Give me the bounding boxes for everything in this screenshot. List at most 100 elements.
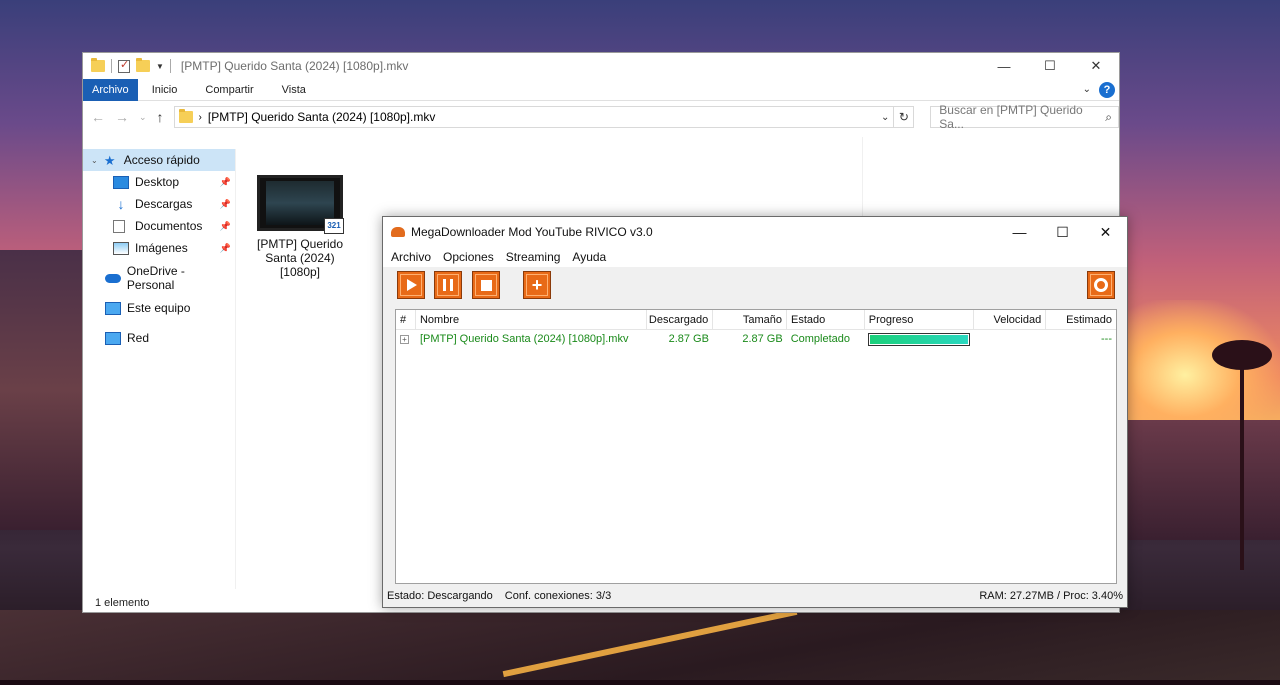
- minimize-button[interactable]: —: [998, 217, 1041, 247]
- column-header-downloaded[interactable]: Descargado: [647, 309, 714, 330]
- row-speed: [974, 329, 1046, 349]
- search-icon[interactable]: ⌕: [1105, 110, 1118, 125]
- column-header-name[interactable]: Nombre: [416, 309, 648, 330]
- row-size: 2.87 GB: [742, 333, 783, 345]
- row-eta: ---: [1101, 333, 1112, 345]
- breadcrumb[interactable]: [PMTP] Querido Santa (2024) [1080p].mkv: [208, 110, 435, 124]
- address-bar[interactable]: › [PMTP] Querido Santa (2024) [1080p].mk…: [173, 106, 895, 128]
- sidebar-item-label: Acceso rápido: [123, 153, 200, 167]
- quick-access-toolbar: ▼: [91, 58, 171, 73]
- sidebar-item-desktop[interactable]: Desktop 📌: [83, 171, 235, 193]
- tab-vista[interactable]: Vista: [268, 79, 320, 101]
- pin-icon: 📌: [219, 198, 231, 209]
- breadcrumb-separator-icon: ›: [198, 111, 202, 123]
- search-placeholder: Buscar en [PMTP] Querido Sa...: [939, 103, 1083, 131]
- gear-icon: [1094, 278, 1108, 292]
- column-header-speed[interactable]: Velocidad: [974, 309, 1047, 330]
- close-button[interactable]: ✕: [1084, 217, 1127, 247]
- taskbar-edge: [0, 680, 1280, 685]
- progress-fill: [870, 334, 969, 344]
- row-name: [PMTP] Querido Santa (2024) [1080p].mkv: [419, 333, 629, 345]
- pause-icon: [443, 279, 453, 291]
- window-title: [PMTP] Querido Santa (2024) [1080p].mkv: [180, 59, 409, 73]
- expand-ribbon-icon[interactable]: ⌄: [1083, 84, 1091, 95]
- sidebar-item-this-pc[interactable]: Este equipo: [83, 297, 235, 319]
- menu-archivo[interactable]: Archivo: [385, 250, 437, 264]
- sidebar-item-quick-access[interactable]: ⌄ ★ Acceso rápido: [83, 149, 235, 171]
- download-list[interactable]: # Nombre Descargado Tamaño Estado Progre…: [395, 309, 1117, 584]
- sidebar-item-onedrive[interactable]: OneDrive - Personal: [83, 264, 235, 292]
- menu-streaming[interactable]: Streaming: [500, 250, 567, 264]
- progress-bar: [868, 332, 971, 346]
- minimize-button[interactable]: —: [981, 53, 1027, 79]
- stop-icon: [480, 279, 492, 291]
- folder-icon[interactable]: [91, 58, 105, 72]
- row-expander[interactable]: +: [396, 329, 416, 349]
- pictures-icon: [113, 241, 129, 255]
- menu-opciones[interactable]: Opciones: [437, 250, 500, 264]
- up-arrow-icon[interactable]: ↑: [157, 109, 164, 125]
- status-bar: 1 elemento: [95, 597, 150, 609]
- properties-icon[interactable]: [118, 58, 130, 73]
- ribbon-tabs: Archivo Inicio Compartir Vista ⌄ ?: [83, 78, 1119, 101]
- settings-button[interactable]: [1087, 271, 1115, 299]
- tab-inicio[interactable]: Inicio: [138, 79, 192, 101]
- navigation-pane: ⌄ ★ Acceso rápido Desktop 📌 ↓ Descargas …: [83, 149, 235, 589]
- status-bar: Estado: Descargando Conf. conexiones: 3/…: [387, 587, 1123, 605]
- star-icon: ★: [103, 152, 116, 168]
- explorer-titlebar[interactable]: ▼ [PMTP] Querido Santa (2024) [1080p].mk…: [83, 53, 1119, 79]
- add-link-button[interactable]: +: [523, 271, 551, 299]
- recent-chevron-icon[interactable]: ⌄: [139, 112, 147, 123]
- sidebar-item-label: Imágenes: [135, 241, 188, 255]
- video-thumbnail: 321: [257, 175, 344, 234]
- refresh-button[interactable]: ↻: [894, 106, 915, 128]
- start-button[interactable]: [397, 271, 425, 299]
- tab-compartir[interactable]: Compartir: [191, 79, 267, 101]
- sidebar-item-label: Descargas: [135, 197, 193, 211]
- row-state: Completado: [790, 333, 851, 345]
- sidebar-item-pictures[interactable]: Imágenes 📌: [83, 237, 235, 259]
- window-controls: — ☐ ✕: [998, 217, 1127, 247]
- sidebar-item-label: Desktop: [135, 175, 180, 189]
- maximize-button[interactable]: ☐: [1027, 53, 1073, 79]
- menu-ayuda[interactable]: Ayuda: [566, 250, 612, 264]
- cloud-icon: [105, 273, 121, 283]
- forward-arrow-icon[interactable]: →: [115, 109, 129, 125]
- help-icon[interactable]: ?: [1099, 81, 1115, 98]
- column-header-size[interactable]: Tamaño: [713, 309, 787, 330]
- chevron-down-icon[interactable]: ⌄: [91, 156, 98, 165]
- close-button[interactable]: ✕: [1073, 53, 1119, 79]
- megadownloader-window: MegaDownloader Mod YouTube RIVICO v3.0 —…: [382, 216, 1128, 608]
- new-folder-icon[interactable]: [136, 58, 150, 72]
- sidebar-item-label: Este equipo: [127, 301, 191, 315]
- stop-button[interactable]: [472, 271, 500, 299]
- mega-titlebar[interactable]: MegaDownloader Mod YouTube RIVICO v3.0 —…: [383, 217, 1127, 247]
- tab-archivo[interactable]: Archivo: [83, 78, 138, 101]
- table-row[interactable]: + [PMTP] Querido Santa (2024) [1080p].mk…: [396, 330, 1116, 348]
- window-title: MegaDownloader Mod YouTube RIVICO v3.0: [411, 225, 653, 239]
- row-progress: [864, 329, 974, 349]
- sidebar-item-documents[interactable]: Documentos 📌: [83, 215, 235, 237]
- search-input[interactable]: Buscar en [PMTP] Querido Sa... ⌕: [930, 103, 1119, 131]
- expand-plus-icon[interactable]: +: [400, 334, 409, 344]
- pause-button[interactable]: [434, 271, 462, 299]
- sidebar-item-downloads[interactable]: ↓ Descargas 📌: [83, 193, 235, 215]
- sidebar-item-network[interactable]: Red: [83, 327, 235, 349]
- column-header-state[interactable]: Estado: [787, 309, 865, 330]
- column-header-progress[interactable]: Progreso: [865, 309, 975, 330]
- pin-icon: 📌: [219, 242, 231, 253]
- sidebar-item-label: Red: [127, 331, 150, 345]
- download-icon: ↓: [117, 195, 125, 212]
- maximize-button[interactable]: ☐: [1041, 217, 1084, 247]
- pin-icon: 📌: [219, 176, 231, 187]
- window-controls: — ☐ ✕: [981, 53, 1119, 79]
- customize-toolbar-icon[interactable]: ▼: [156, 62, 164, 71]
- column-header-number[interactable]: #: [396, 309, 416, 330]
- navigation-bar: ← → ⌄ ↑ › [PMTP] Querido Santa (2024) [1…: [83, 101, 1119, 133]
- chevron-down-icon[interactable]: ⌄: [881, 112, 893, 123]
- column-header-eta[interactable]: Estimado: [1046, 310, 1116, 330]
- pin-icon: 📌: [219, 220, 231, 231]
- file-item[interactable]: 321 [PMTP] Querido Santa (2024) [1080p]: [255, 175, 345, 279]
- ribbon-right: ⌄ ?: [1083, 81, 1119, 98]
- back-arrow-icon[interactable]: ←: [91, 109, 105, 125]
